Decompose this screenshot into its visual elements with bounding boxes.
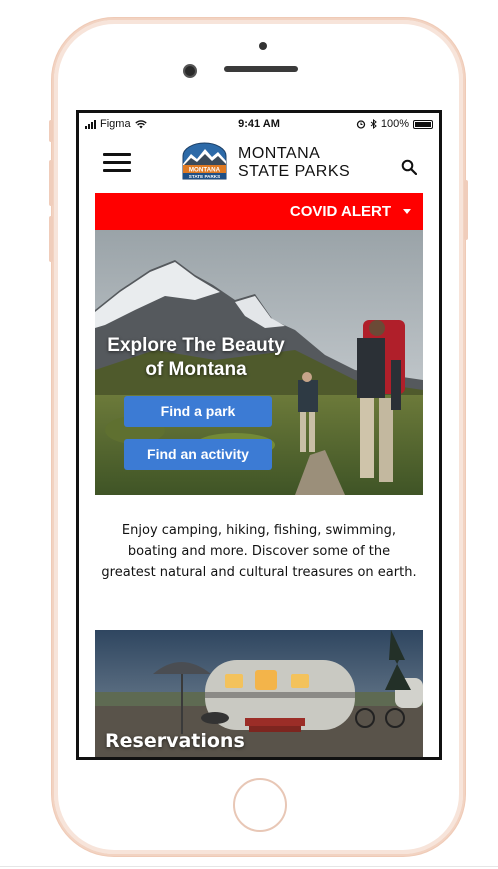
brand-line-2: STATE PARKS	[238, 163, 351, 180]
hero-title: Explore The Beauty of Montana	[95, 334, 297, 382]
find-activity-button[interactable]: Find an activity	[124, 439, 272, 470]
phone-screen: Figma 9:41 AM 100% MONTANA STATE PARKS M…	[76, 110, 442, 760]
menu-icon[interactable]	[103, 153, 131, 173]
home-button[interactable]	[233, 778, 287, 832]
hero-banner: Explore The Beauty of Montana Find a par…	[95, 230, 423, 495]
volume-up-button	[49, 160, 53, 206]
front-camera	[183, 64, 197, 78]
bluetooth-icon	[370, 119, 377, 129]
reservations-title: Reservations	[105, 730, 245, 752]
status-bar: Figma 9:41 AM 100%	[79, 113, 439, 135]
power-button	[464, 180, 468, 240]
search-icon[interactable]	[401, 159, 417, 175]
hero-title-line-1: Explore The Beauty	[107, 335, 285, 356]
camera-dot	[259, 42, 267, 50]
earpiece-speaker	[224, 66, 298, 72]
covid-alert-label: COVID ALERT	[289, 203, 391, 220]
logo-text-2: STATE PARKS	[189, 174, 220, 179]
site-header: MONTANA STATE PARKS MONTANA STATE PARKS	[79, 135, 439, 193]
caret-down-icon	[403, 209, 411, 214]
brand-title[interactable]: MONTANA STATE PARKS	[238, 145, 350, 181]
logo-text-1: MONTANA	[189, 167, 221, 174]
brand-line-1: MONTANA	[238, 145, 321, 162]
intro-paragraph: Enjoy camping, hiking, fishing, swimming…	[101, 523, 417, 580]
covid-alert-bar[interactable]: COVID ALERT	[95, 193, 423, 230]
page-divider	[0, 866, 498, 867]
mute-switch	[49, 120, 53, 142]
hero-title-line-2: of Montana	[145, 359, 247, 380]
volume-down-button	[49, 216, 53, 262]
battery-icon	[413, 119, 433, 129]
montana-state-parks-logo[interactable]: MONTANA STATE PARKS	[181, 142, 228, 180]
find-park-button[interactable]: Find a park	[124, 396, 272, 427]
alarm-icon	[356, 120, 366, 129]
reservations-card[interactable]: Reservations	[95, 630, 423, 757]
battery-percent: 100%	[380, 118, 409, 130]
